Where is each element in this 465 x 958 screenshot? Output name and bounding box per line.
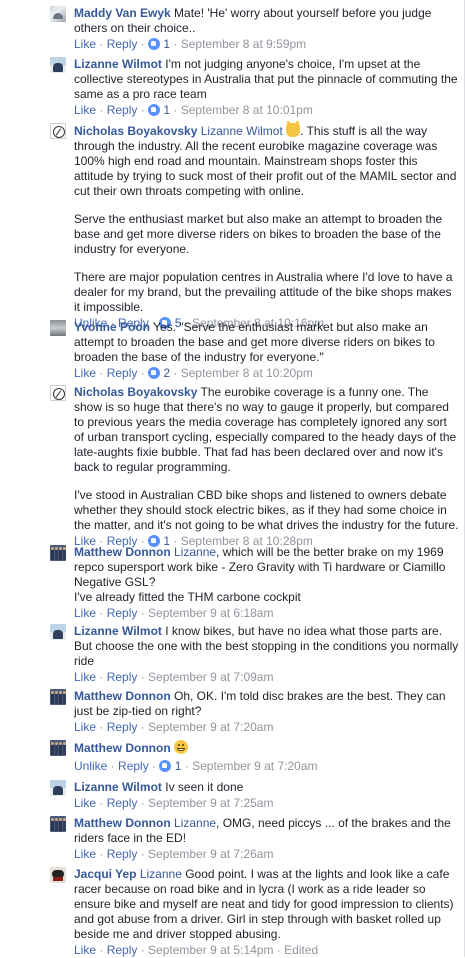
avatar[interactable] bbox=[50, 320, 66, 336]
timestamp[interactable]: September 9 at 7:20am bbox=[192, 759, 317, 773]
timestamp[interactable]: September 9 at 5:14pm bbox=[148, 943, 273, 957]
like-link[interactable]: Like bbox=[74, 943, 96, 957]
like-link[interactable]: Like bbox=[74, 796, 96, 810]
like-link[interactable]: Like bbox=[74, 37, 96, 51]
comment-author[interactable]: Matthew Donnon bbox=[74, 741, 171, 755]
comment-author[interactable]: Matthew Donnon bbox=[74, 545, 171, 559]
comment-actions: Like · Reply · September 9 at 7:20am bbox=[74, 720, 274, 734]
reply-link[interactable]: Reply bbox=[107, 103, 138, 117]
reply-link[interactable]: Reply bbox=[107, 720, 138, 734]
timestamp[interactable]: September 8 at 10:20pm bbox=[181, 366, 313, 380]
comment-author[interactable]: Matthew Donnon bbox=[74, 816, 171, 830]
comment-author[interactable]: Jacqui Yep bbox=[74, 867, 136, 881]
comment-author[interactable]: Lizanne Wilmot bbox=[74, 780, 162, 794]
like-reaction-icon[interactable] bbox=[148, 104, 161, 116]
like-link[interactable]: Like bbox=[74, 103, 96, 117]
grinning-emoji bbox=[174, 740, 188, 754]
like-link[interactable]: Like bbox=[74, 670, 96, 684]
like-reaction-icon[interactable] bbox=[148, 38, 161, 50]
unlike-link[interactable]: Unlike bbox=[74, 759, 107, 773]
comment-paragraph: I've stood in Australian CBD bike shops … bbox=[74, 488, 459, 532]
comment-actions: Like · Reply · September 9 at 6:18am bbox=[74, 606, 274, 620]
comment-actions: Like · Reply · September 9 at 7:26am bbox=[74, 847, 274, 861]
comment-text: Iv seen it done bbox=[165, 780, 244, 794]
raised-hands-emoji bbox=[286, 121, 301, 137]
mention-tag[interactable]: Lizanne Wilmot bbox=[201, 124, 283, 138]
comment-actions: Like · Reply · 1 · September 8 at 9:59pm bbox=[74, 37, 307, 51]
like-reaction-icon[interactable] bbox=[159, 760, 172, 772]
avatar[interactable] bbox=[50, 624, 66, 640]
timestamp[interactable]: September 9 at 7:09am bbox=[148, 670, 273, 684]
comment-actions: Like · Reply · September 9 at 7:09am bbox=[74, 670, 274, 684]
reply-link[interactable]: Reply bbox=[107, 606, 138, 620]
reply-link[interactable]: Reply bbox=[107, 796, 138, 810]
avatar[interactable] bbox=[50, 123, 66, 139]
avatar[interactable] bbox=[50, 867, 66, 883]
comment-paragraph: Serve the enthusiast market but also mak… bbox=[74, 212, 443, 256]
like-reaction-icon[interactable] bbox=[148, 367, 161, 379]
comment-actions: Like · Reply · 2 · September 8 at 10:20p… bbox=[74, 366, 313, 380]
timestamp[interactable]: September 9 at 7:26am bbox=[148, 847, 273, 861]
timestamp[interactable]: September 9 at 7:25am bbox=[148, 796, 273, 810]
like-link[interactable]: Like bbox=[74, 847, 96, 861]
like-link[interactable]: Like bbox=[74, 720, 96, 734]
avatar[interactable] bbox=[50, 57, 66, 73]
comment-actions: Like · Reply · September 9 at 5:14pm · E… bbox=[74, 943, 319, 957]
timestamp[interactable]: September 8 at 10:01pm bbox=[181, 103, 313, 117]
reply-link[interactable]: Reply bbox=[107, 847, 138, 861]
comment-author[interactable]: Yvonne Poon bbox=[74, 320, 150, 334]
comment-actions: Unlike · Reply · 1 · September 9 at 7:20… bbox=[74, 759, 318, 773]
comment-author[interactable]: Maddy Van Ewyk bbox=[74, 6, 171, 20]
reply-link[interactable]: Reply bbox=[118, 759, 149, 773]
comment-author[interactable]: Matthew Donnon bbox=[74, 689, 171, 703]
reply-link[interactable]: Reply bbox=[107, 366, 138, 380]
avatar[interactable] bbox=[50, 6, 66, 22]
comment-paragraph: There are major population centres in Au… bbox=[74, 270, 453, 314]
timestamp[interactable]: September 9 at 6:18am bbox=[148, 606, 273, 620]
avatar[interactable] bbox=[50, 816, 66, 832]
reply-link[interactable]: Reply bbox=[107, 943, 138, 957]
comment-author[interactable]: Lizanne Wilmot bbox=[74, 57, 162, 71]
reply-link[interactable]: Reply bbox=[107, 37, 138, 51]
mention-tag[interactable]: Lizanne bbox=[140, 867, 182, 881]
avatar[interactable] bbox=[50, 385, 66, 401]
like-link[interactable]: Like bbox=[74, 606, 96, 620]
mention-tag[interactable]: Lizanne bbox=[174, 816, 216, 830]
timestamp[interactable]: September 9 at 7:20am bbox=[148, 720, 273, 734]
comment-author[interactable]: Nicholas Boyakovsky bbox=[74, 124, 197, 138]
avatar[interactable] bbox=[50, 545, 66, 561]
avatar[interactable] bbox=[50, 740, 66, 756]
comment-thread: Maddy Van Ewyk Mate! 'He' worry about yo… bbox=[0, 0, 465, 957]
timestamp[interactable]: September 8 at 9:59pm bbox=[181, 37, 306, 51]
comment-author[interactable]: Lizanne Wilmot bbox=[74, 624, 162, 638]
mention-tag[interactable]: Lizanne bbox=[174, 545, 216, 559]
avatar[interactable] bbox=[50, 780, 66, 796]
edited-label[interactable]: Edited bbox=[284, 943, 318, 957]
like-link[interactable]: Like bbox=[74, 366, 96, 380]
reply-link[interactable]: Reply bbox=[107, 670, 138, 684]
avatar[interactable] bbox=[50, 689, 66, 705]
comment-actions: Like · Reply · September 9 at 7:25am bbox=[74, 796, 274, 810]
comment-author[interactable]: Nicholas Boyakovsky bbox=[74, 385, 197, 399]
comment-actions: Like · Reply · 1 · September 8 at 10:01p… bbox=[74, 103, 313, 117]
